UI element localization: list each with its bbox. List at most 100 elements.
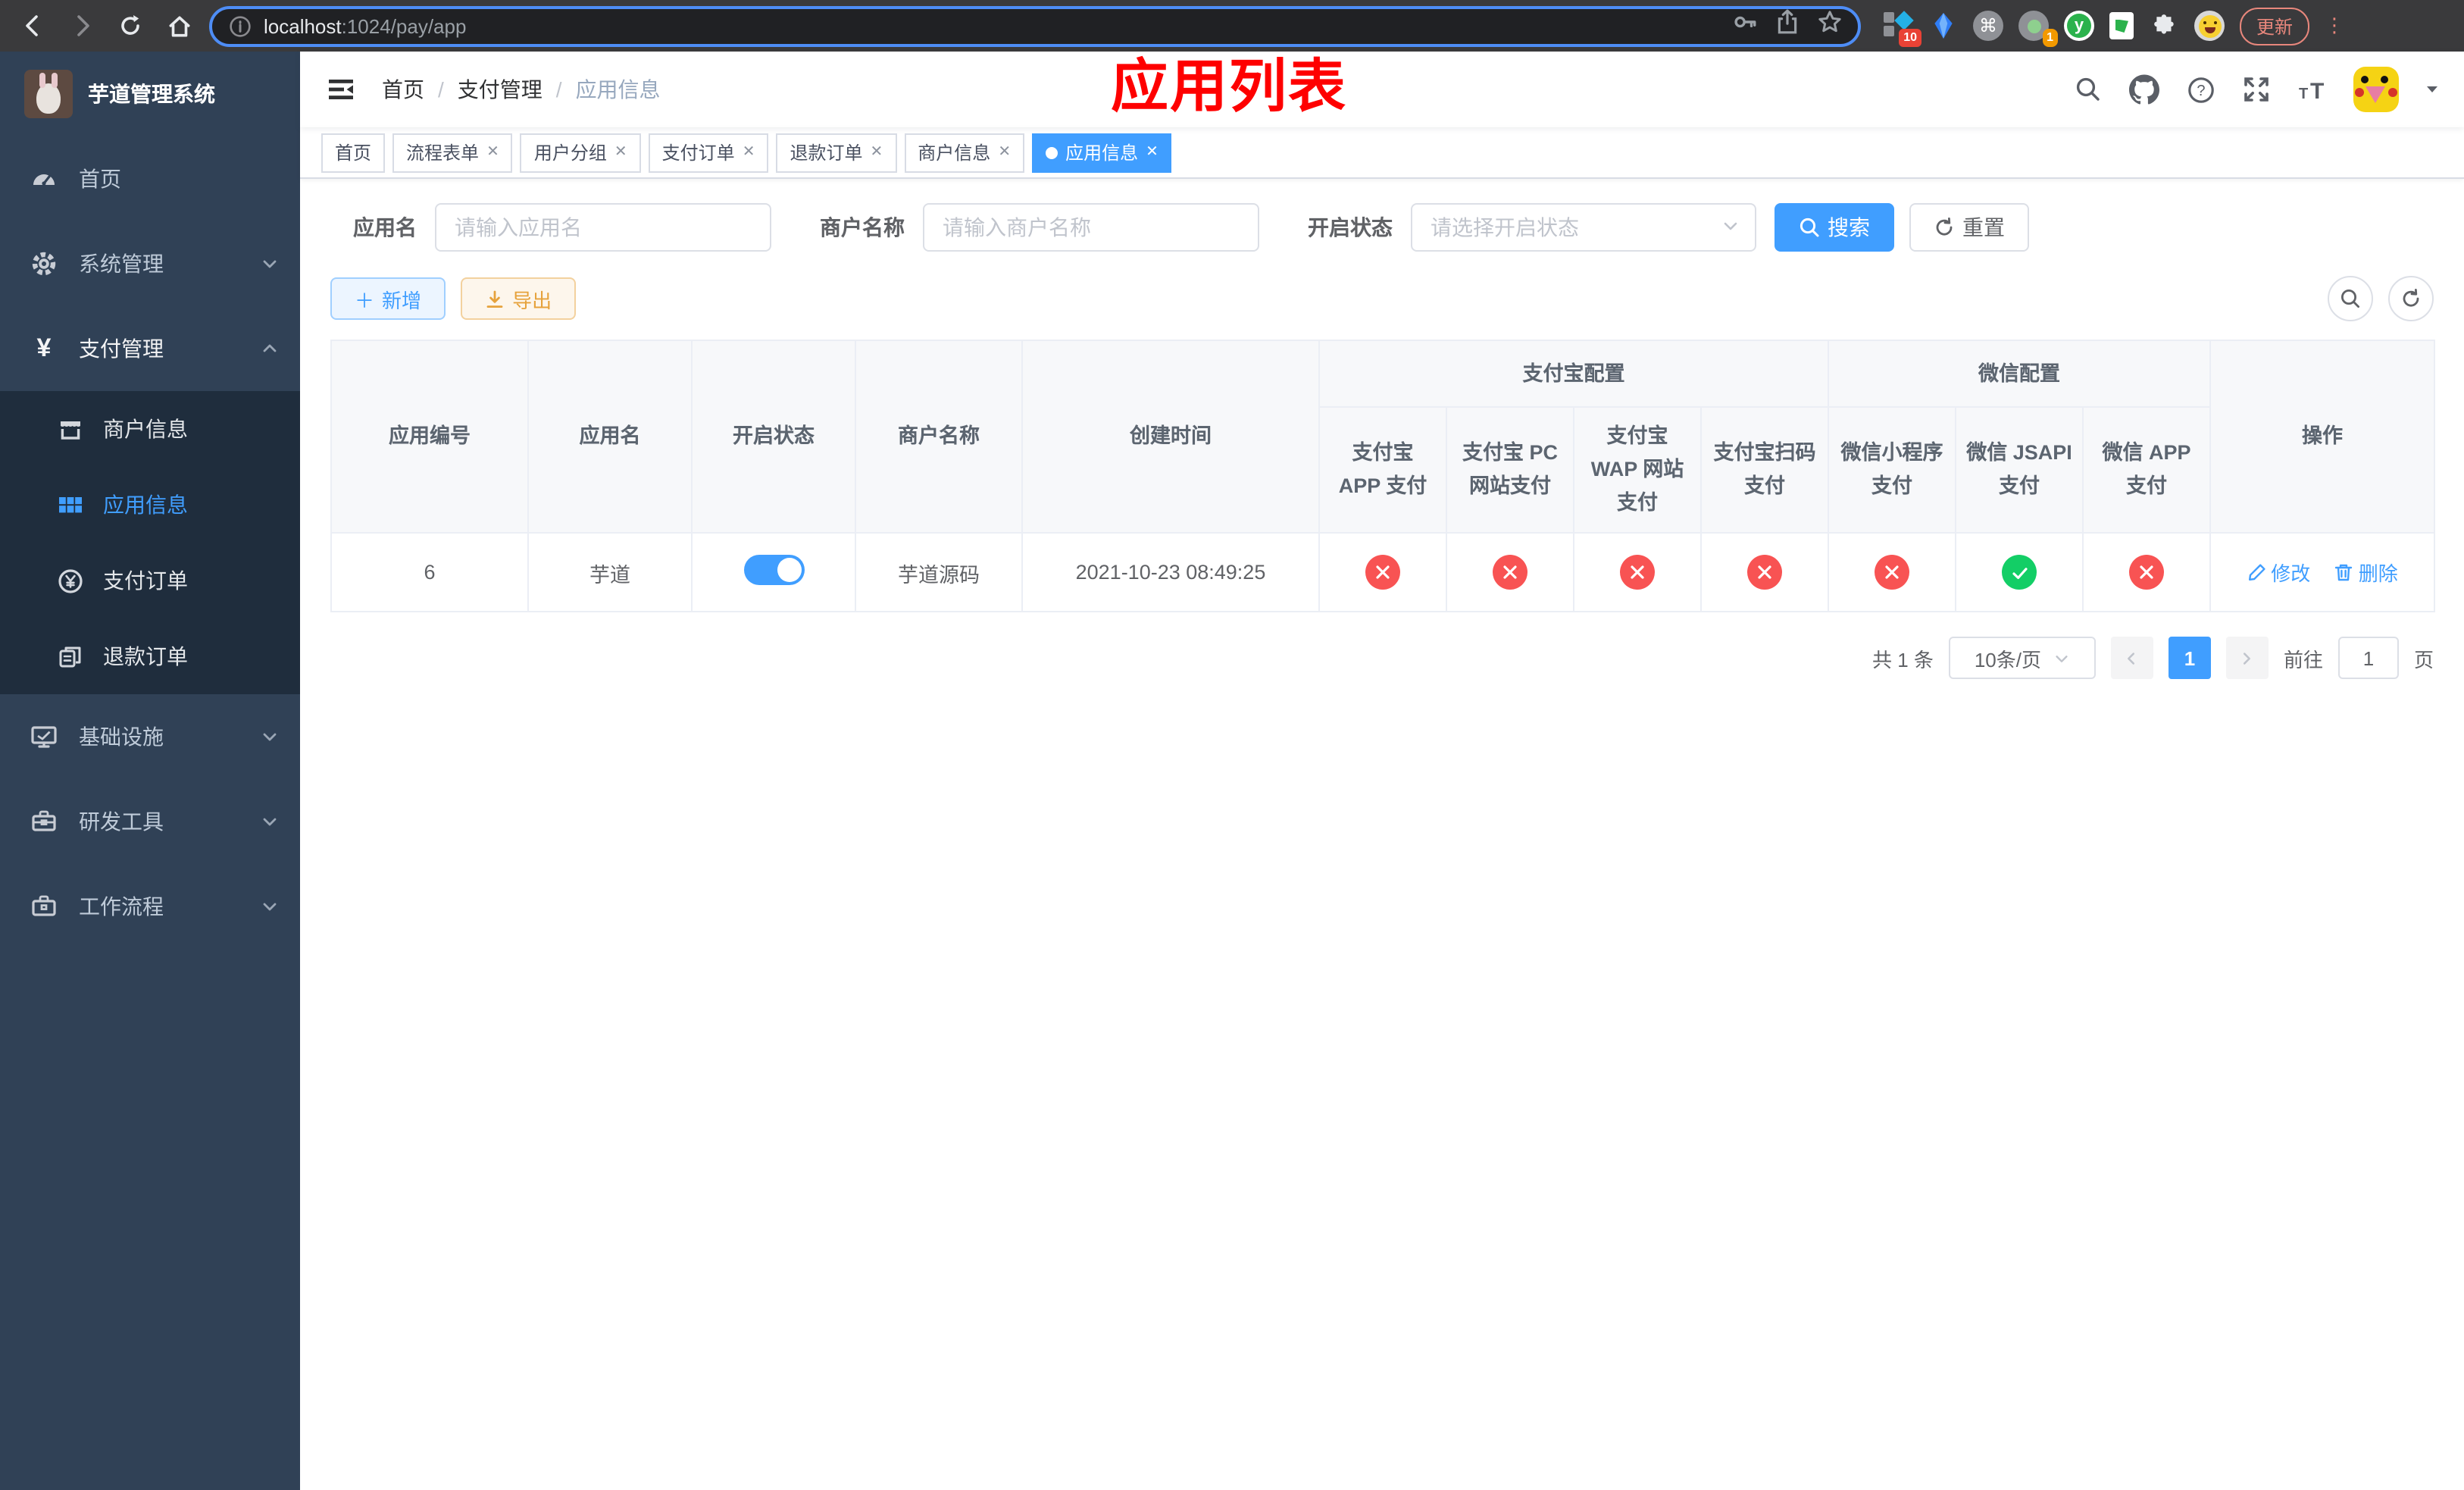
prev-page-button[interactable] (2110, 637, 2153, 679)
sidebar-item-home[interactable]: 首页 (0, 136, 300, 221)
header-search-icon[interactable] (2073, 74, 2103, 105)
next-page-button[interactable] (2225, 637, 2269, 679)
tag-process-form[interactable]: 流程表单 ✕ (392, 133, 513, 172)
extension-command-icon[interactable]: ⌘ (1973, 11, 2003, 41)
breadcrumb-separator: / (555, 77, 562, 102)
sidebar-collapse-icon[interactable] (324, 73, 358, 106)
extension-grid-icon[interactable]: 10 (1882, 11, 1921, 47)
edit-link[interactable]: 修改 (2247, 558, 2310, 587)
sidebar-item-label: 工作流程 (79, 894, 164, 919)
active-dot (1046, 146, 1058, 158)
sidebar-item-system[interactable]: 系统管理 (0, 221, 300, 306)
page-number-button[interactable]: 1 (2168, 637, 2211, 679)
goto-page-input[interactable] (2337, 637, 2399, 679)
app-logo (24, 70, 73, 118)
extension-notes-icon[interactable] (2109, 12, 2134, 39)
sidebar-item-dev-tools[interactable]: 研发工具 (0, 779, 300, 864)
reset-button[interactable]: 重置 (1909, 203, 2029, 252)
alipay-wap-status-icon (1620, 555, 1655, 590)
browser-forward-icon[interactable] (64, 8, 100, 44)
tag-home[interactable]: 首页 (321, 133, 386, 172)
extensions-puzzle-icon[interactable] (2149, 11, 2179, 41)
browser-back-icon[interactable] (15, 8, 52, 44)
sidebar-item-label: 支付订单 (103, 568, 188, 593)
tag-app-info[interactable]: 应用信息 ✕ (1032, 133, 1172, 172)
password-key-icon[interactable] (1732, 9, 1758, 42)
tag-merchant-info[interactable]: 商户信息 ✕ (904, 133, 1025, 172)
table-row: 6 芋道 芋道源码 2021-10-23 08:49:25 修改 删除 (330, 532, 2436, 612)
export-button[interactable]: 导出 (461, 277, 577, 320)
close-icon[interactable]: ✕ (998, 144, 1011, 161)
refresh-icon (2403, 289, 2419, 307)
breadcrumb-home[interactable]: 首页 (382, 74, 424, 105)
col-header-alipay-wap: 支付宝 WAP 网站支付 (1573, 406, 1702, 534)
page-unit-label: 页 (2413, 648, 2434, 671)
sidebar-item-label: 研发工具 (79, 809, 164, 834)
chevron-down-icon (261, 897, 279, 916)
chevron-down-icon (261, 255, 279, 273)
app-name-label: 应用名 (353, 215, 417, 239)
font-size-icon[interactable]: TT (2297, 74, 2328, 105)
user-avatar[interactable] (2353, 67, 2399, 112)
status-select[interactable]: 请选择开启状态 (1411, 203, 1756, 252)
close-icon[interactable]: ✕ (614, 144, 627, 161)
breadcrumb-current: 应用信息 (575, 77, 661, 102)
cell-created: 2021-10-23 08:49:25 (1021, 532, 1320, 612)
sidebar-item-payment[interactable]: ¥ 支付管理 (0, 306, 300, 391)
total-count: 共 1 条 (1872, 648, 1934, 671)
profile-avatar[interactable] (2194, 11, 2225, 41)
page-title-annotation: 应用列表 (1111, 56, 1348, 120)
sidebar-item-label: 应用信息 (103, 493, 188, 517)
tag-pay-order[interactable]: 支付订单 ✕ (648, 133, 769, 172)
sidebar-item-merchant-info[interactable]: 商户信息 (0, 391, 300, 467)
tags-view: 首页 流程表单 ✕ 用户分组 ✕ 支付订单 ✕ 退款订单 ✕ 商户信息 ✕ 应用信息 ✕ (300, 127, 2464, 179)
status-toggle[interactable] (743, 555, 804, 585)
browser-home-icon[interactable] (161, 8, 197, 44)
share-icon[interactable] (1776, 9, 1799, 42)
refund-icon (58, 643, 83, 669)
help-icon[interactable]: ? (2185, 74, 2215, 105)
app-logo-row[interactable]: 芋道管理系统 (0, 52, 300, 136)
page-size-select[interactable]: 10条/页 (1948, 637, 2096, 679)
bookmark-star-icon[interactable] (1817, 9, 1843, 42)
delete-link[interactable]: 删除 (2334, 558, 2398, 587)
merchant-name-label: 商户名称 (820, 215, 905, 239)
tag-user-group[interactable]: 用户分组 ✕ (520, 133, 641, 172)
extension-y-icon[interactable]: y (2064, 11, 2094, 41)
avatar-caret-icon[interactable] (2425, 82, 2440, 97)
extension-gem-icon[interactable] (1928, 11, 1958, 41)
github-icon[interactable] (2129, 74, 2159, 105)
close-icon[interactable]: ✕ (743, 144, 755, 161)
wechat-app-status-icon (2129, 555, 2164, 590)
address-bar[interactable]: localhost:1024/pay/app (209, 5, 1861, 46)
sidebar-item-pay-order[interactable]: 支付订单 (0, 543, 300, 618)
screen: localhost:1024/pay/app 10 ⌘ 1 y 更新 ⋮ 芋道管… (0, 0, 2464, 1490)
breadcrumb-payment[interactable]: 支付管理 (458, 74, 543, 105)
wechat-mini-status-icon (1875, 555, 1909, 590)
sidebar-item-infrastructure[interactable]: 基础设施 (0, 694, 300, 779)
show-search-button[interactable] (2328, 276, 2373, 321)
browser-menu-icon[interactable]: ⋮ (2325, 15, 2344, 35)
extension-record-icon[interactable]: 1 (2018, 11, 2058, 47)
col-header-status: 开启状态 (691, 340, 856, 534)
alipay-qr-status-icon (1747, 555, 1782, 590)
chrome-update-button[interactable]: 更新 (2240, 7, 2310, 45)
sidebar-item-app-info[interactable]: 应用信息 (0, 467, 300, 543)
add-button[interactable]: ＋ 新增 (330, 277, 446, 320)
refresh-table-button[interactable] (2388, 276, 2434, 321)
close-icon[interactable]: ✕ (871, 144, 883, 161)
briefcase-icon (30, 893, 58, 920)
browser-reload-icon[interactable] (112, 8, 149, 44)
close-icon[interactable]: ✕ (1146, 144, 1159, 161)
app-name-input[interactable] (435, 203, 771, 252)
sidebar-item-workflow[interactable]: 工作流程 (0, 864, 300, 949)
sidebar-item-refund-order[interactable]: 退款订单 (0, 618, 300, 694)
cell-app-name: 芋道 (527, 532, 693, 612)
search-button[interactable]: 搜索 (1775, 203, 1894, 252)
alipay-app-status-icon (1365, 555, 1400, 590)
tag-refund-order[interactable]: 退款订单 ✕ (776, 133, 897, 172)
fullscreen-icon[interactable] (2241, 74, 2272, 105)
merchant-name-input[interactable] (923, 203, 1259, 252)
page-info-icon[interactable] (227, 8, 252, 44)
close-icon[interactable]: ✕ (486, 144, 499, 161)
